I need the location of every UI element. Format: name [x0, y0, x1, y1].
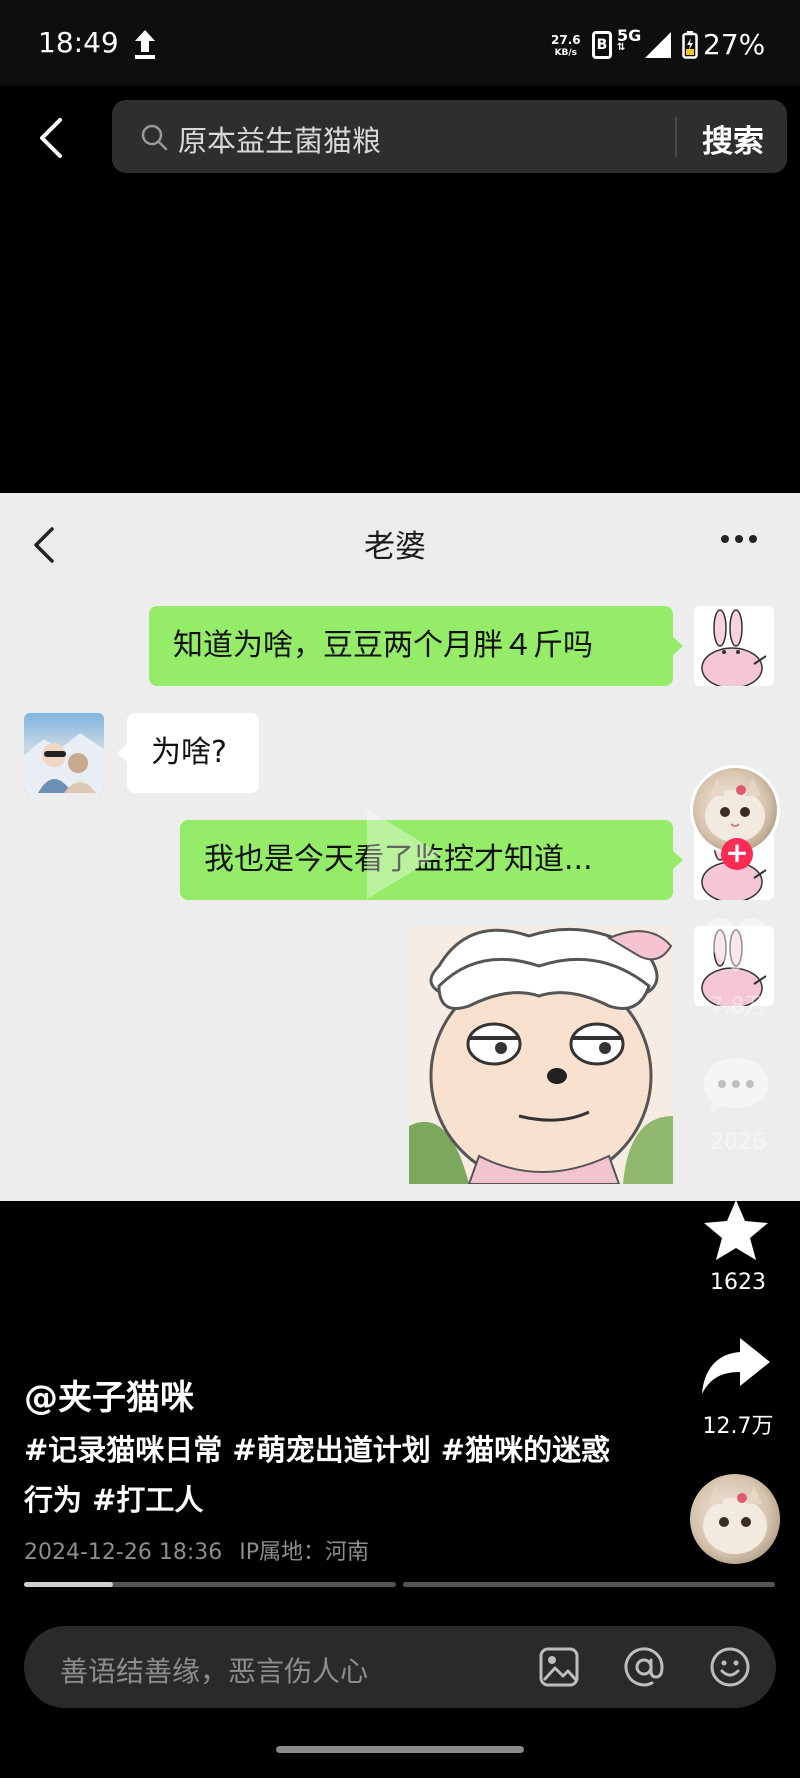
search-divider: [675, 117, 677, 157]
sheep-sticker: [409, 926, 673, 1184]
favorite-count: 1623: [710, 1270, 766, 1295]
net-speed: 27.6 KB/s: [551, 34, 581, 60]
status-time: 18:49: [38, 26, 119, 59]
image-icon[interactable]: [538, 1646, 580, 1688]
comment-icon[interactable]: [700, 1054, 772, 1118]
battery-icon: [682, 31, 698, 59]
post-datetime: 2024-12-26 18:36: [24, 1540, 223, 1565]
cat-disc-drawing: [703, 1486, 767, 1554]
search-input[interactable]: 原本益生菌猫粮: [178, 118, 381, 160]
video-frame[interactable]: 老婆 知道为啥，豆豆两个月胖４斤吗 为啥? 我也是今天看了监控才知道...: [0, 493, 800, 1201]
comment-bar[interactable]: 善语结善缘，恶言伤人心: [24, 1626, 776, 1708]
more-icon: [721, 535, 757, 543]
progress-fill: [24, 1582, 114, 1587]
search-bar[interactable]: 原本益生菌猫粮 搜索: [112, 100, 787, 173]
rabbit-avatar: [694, 606, 774, 686]
follow-button[interactable]: +: [721, 838, 753, 870]
chat-bubble-left: 为啥?: [127, 713, 259, 793]
progress-segment-2[interactable]: [403, 1582, 775, 1587]
search-icon: [141, 124, 168, 151]
network-arrows: ⇅: [617, 42, 626, 53]
bubble-tail: [117, 744, 127, 762]
sim-icon: B: [592, 31, 612, 59]
signal-icon: [645, 32, 671, 58]
battery-percent: 27%: [703, 28, 766, 61]
contact-avatar: [24, 713, 104, 793]
contact-avatar-photo: [24, 733, 104, 793]
share-count: 12.7万: [702, 1414, 774, 1439]
comment-count: 2026: [710, 1130, 766, 1155]
share-icon[interactable]: [700, 1334, 772, 1398]
author-name[interactable]: @夹子猫咪: [24, 1370, 194, 1419]
emoji-icon[interactable]: [709, 1646, 751, 1688]
post-meta: 2024-12-26 18:36 IP属地：河南: [24, 1534, 369, 1566]
play-icon[interactable]: [345, 799, 455, 909]
comment-input[interactable]: 善语结善缘，恶言伤人心: [60, 1650, 368, 1690]
chat-bubble-right: 知道为啥，豆豆两个月胖４斤吗: [149, 606, 673, 686]
chat-title: 老婆: [364, 529, 426, 565]
net-speed-value: 27.6: [551, 33, 581, 47]
network-type: 5G ⇅: [617, 28, 641, 53]
home-indicator[interactable]: [276, 1746, 524, 1753]
star-icon[interactable]: [700, 1198, 772, 1262]
like-count: 7.8万: [709, 994, 767, 1019]
back-icon[interactable]: [30, 116, 74, 160]
net-speed-unit: KB/s: [554, 48, 578, 58]
post-ip-location: IP属地：河南: [239, 1540, 370, 1565]
post-description[interactable]: #记录猫咪日常 #萌宠出道计划 #猫咪的迷惑行为 #打工人: [24, 1425, 624, 1525]
upload-icon: [135, 30, 155, 59]
rabbit-avatar-drawing: [701, 609, 767, 686]
bubble-tail: [673, 637, 683, 655]
at-icon[interactable]: [623, 1646, 665, 1688]
status-bar: 18:49 27.6 KB/s B 5G ⇅ 27%: [0, 0, 800, 86]
progress-segment-1[interactable]: [24, 1582, 396, 1587]
sheep-sticker-drawing: [409, 926, 673, 1184]
bubble-tail: [673, 851, 683, 869]
music-disc-avatar[interactable]: [690, 1474, 780, 1564]
heart-icon[interactable]: [700, 912, 772, 976]
search-button[interactable]: 搜索: [702, 116, 764, 161]
